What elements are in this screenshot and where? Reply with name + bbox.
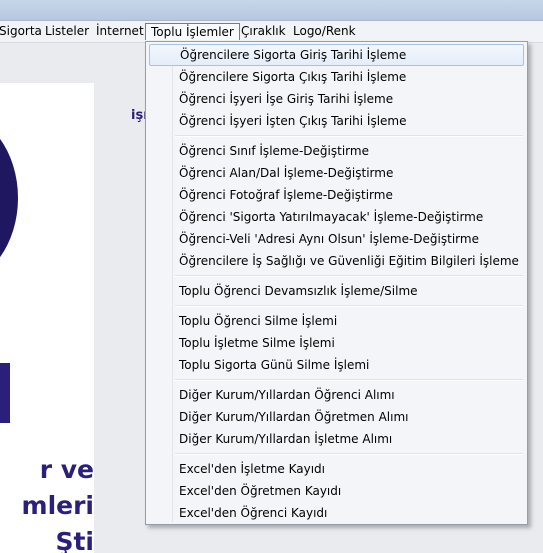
- menu-item[interactable]: Toplu Sigorta Günü Silme İşlemi: [149, 354, 524, 376]
- logo-circle: [0, 113, 18, 283]
- menu-logo-renk[interactable]: Logo/Renk: [288, 23, 361, 40]
- menu-toplu-islemler[interactable]: Toplu İşlemler: [145, 23, 240, 40]
- menu-ciraklik[interactable]: Çıraklık: [236, 23, 291, 40]
- menu-item[interactable]: Öğrencilere İş Sağlığı ve Güvenliği Eğit…: [149, 250, 524, 272]
- menu-item[interactable]: Öğrenci-Veli 'Adresi Aynı Olsun' İşleme-…: [149, 228, 524, 250]
- title-bar: [0, 0, 543, 21]
- menu-item[interactable]: Diğer Kurum/Yıllardan Öğretmen Alımı: [149, 406, 524, 428]
- menu-separator: [175, 379, 523, 381]
- logo-text-line-3: Şti: [55, 527, 94, 553]
- menu-item[interactable]: Öğrencilere Sigorta Giriş Tarihi İşleme: [149, 44, 524, 66]
- menu-separator: [175, 305, 523, 307]
- menu-item[interactable]: Excel'den Öğrenci Kayıdı: [149, 502, 524, 524]
- menu-bar: Sigorta Listeler İnternet Toplu İşlemler…: [0, 21, 543, 43]
- menu-separator: [175, 135, 523, 137]
- menu-internet[interactable]: İnternet: [91, 23, 149, 40]
- menu-item[interactable]: Excel'den Öğretmen Kayıdı: [149, 480, 524, 502]
- menu-item[interactable]: Öğrenci İşyeri İşten Çıkış Tarihi İşleme: [149, 110, 524, 132]
- menu-item[interactable]: Diğer Kurum/Yıllardan Öğrenci Alımı: [149, 384, 524, 406]
- menu-separator: [175, 275, 523, 277]
- menu-item[interactable]: Öğrenci Sınıf İşleme-Değiştirme: [149, 140, 524, 162]
- menu-listeler[interactable]: Listeler: [40, 23, 94, 40]
- menu-separator: [175, 453, 523, 455]
- logo-text-line-2: mleri: [21, 491, 94, 520]
- menu-item[interactable]: Toplu Öğrenci Devamsızlık İşleme/Silme: [149, 280, 524, 302]
- menu-item[interactable]: Diğer Kurum/Yıllardan İşletme Alımı: [149, 428, 524, 450]
- menu-item[interactable]: Öğrenci Alan/Dal İşleme-Değiştirme: [149, 162, 524, 184]
- menu-item[interactable]: Toplu Öğrenci Silme İşlemi: [149, 310, 524, 332]
- menu-item[interactable]: Excel'den İşletme Kayıdı: [149, 458, 524, 480]
- menu-item[interactable]: Öğrenci 'Sigorta Yatırılmayacak' İşleme-…: [149, 206, 524, 228]
- logo-bar: [0, 363, 10, 423]
- menu-item[interactable]: Öğrenci Fotoğraf İşleme-Değiştirme: [149, 184, 524, 206]
- menu-item[interactable]: Öğrencilere Sigorta Çıkış Tarihi İşleme: [149, 66, 524, 88]
- toplu-islemler-dropdown: Öğrencilere Sigorta Giriş Tarihi İşleme Ö…: [145, 41, 528, 525]
- logo-text-line-1: r ve: [39, 455, 94, 484]
- logo-panel: r ve mleri Şti: [0, 83, 94, 553]
- menu-item[interactable]: Toplu İşletme Silme İşlemi: [149, 332, 524, 354]
- menu-item[interactable]: Öğrenci İşyeri İşe Giriş Tarihi İşleme: [149, 88, 524, 110]
